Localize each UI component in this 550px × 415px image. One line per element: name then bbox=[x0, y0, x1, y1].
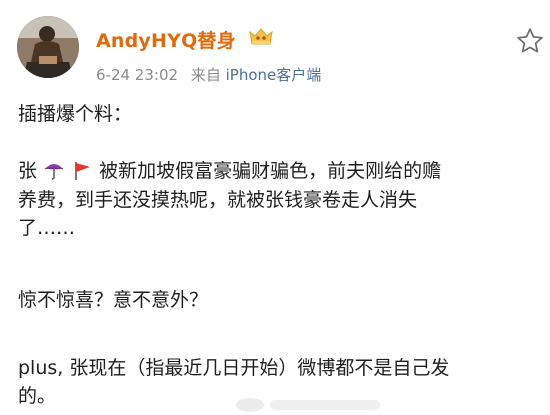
avatar-image bbox=[17, 16, 79, 78]
watermark-graphic bbox=[236, 398, 380, 412]
source-client-link[interactable]: iPhone客户端 bbox=[226, 66, 322, 84]
umbrella-emoji-icon bbox=[44, 164, 64, 180]
crown-badge-icon bbox=[249, 28, 273, 45]
avatar[interactable] bbox=[17, 16, 79, 78]
username[interactable]: AndyHYQ替身 bbox=[96, 26, 236, 53]
timestamp: 6-24 23:02 bbox=[96, 66, 179, 84]
post-line: 张 被新加坡假富豪骗财骗色，前夫刚给的赡 bbox=[18, 157, 441, 185]
post-line: 了…… bbox=[18, 217, 76, 239]
source-prefix: 来自 bbox=[190, 66, 221, 84]
post-line-prefix: 张 bbox=[18, 160, 38, 182]
red-flag-emoji-icon bbox=[75, 162, 91, 180]
post-meta: 6-24 23:02 来自 iPhone客户端 bbox=[96, 64, 321, 85]
star-outline-icon[interactable] bbox=[515, 26, 545, 56]
post-line: 惊不惊喜？意不意外？ bbox=[18, 289, 209, 311]
post-line: plus, 张现在（指最近几日开始）微博都不是自己发 bbox=[18, 357, 450, 379]
post-line: 养费，到手还没摸热呢，就被张钱豪卷走人消失 bbox=[18, 189, 418, 211]
post-line: 的。 bbox=[18, 385, 57, 407]
post-line: 插播爆个料： bbox=[18, 103, 133, 125]
post-line-text: 被新加坡假富豪骗财骗色，前夫刚给的赡 bbox=[99, 160, 442, 182]
